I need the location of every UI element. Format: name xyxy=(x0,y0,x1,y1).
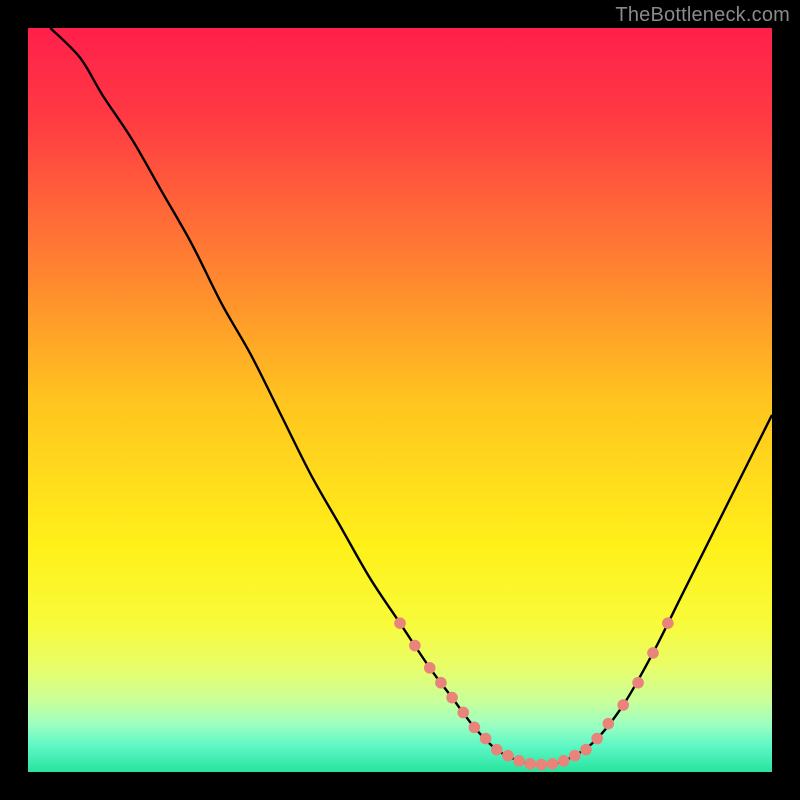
marker-dot xyxy=(491,744,503,756)
marker-dot xyxy=(424,662,436,674)
marker-dot xyxy=(435,677,447,689)
marker-dot xyxy=(632,677,644,689)
marker-dot xyxy=(409,640,421,652)
marker-dot xyxy=(480,733,492,745)
marker-dot xyxy=(662,617,674,629)
marker-dot xyxy=(580,744,592,756)
chart-stage: TheBottleneck.com xyxy=(0,0,800,800)
marker-dot xyxy=(457,707,469,719)
marker-dot xyxy=(617,699,629,711)
marker-dot xyxy=(591,733,603,745)
marker-dot xyxy=(446,692,458,704)
marker-dot xyxy=(502,750,514,762)
marker-dot xyxy=(469,722,481,734)
bottleneck-curve xyxy=(50,28,772,765)
marker-dot xyxy=(569,750,581,762)
marker-dot xyxy=(524,758,536,770)
curve-layer xyxy=(28,28,772,772)
marker-dot xyxy=(394,617,406,629)
marker-dot xyxy=(536,759,548,771)
marker-dot xyxy=(513,755,525,767)
marker-dot xyxy=(603,718,615,730)
near-zero-markers xyxy=(394,617,673,770)
marker-dot xyxy=(647,647,659,659)
watermark-text: TheBottleneck.com xyxy=(615,4,790,27)
marker-dot xyxy=(547,758,559,770)
plot-area xyxy=(28,28,772,772)
marker-dot xyxy=(558,755,570,767)
